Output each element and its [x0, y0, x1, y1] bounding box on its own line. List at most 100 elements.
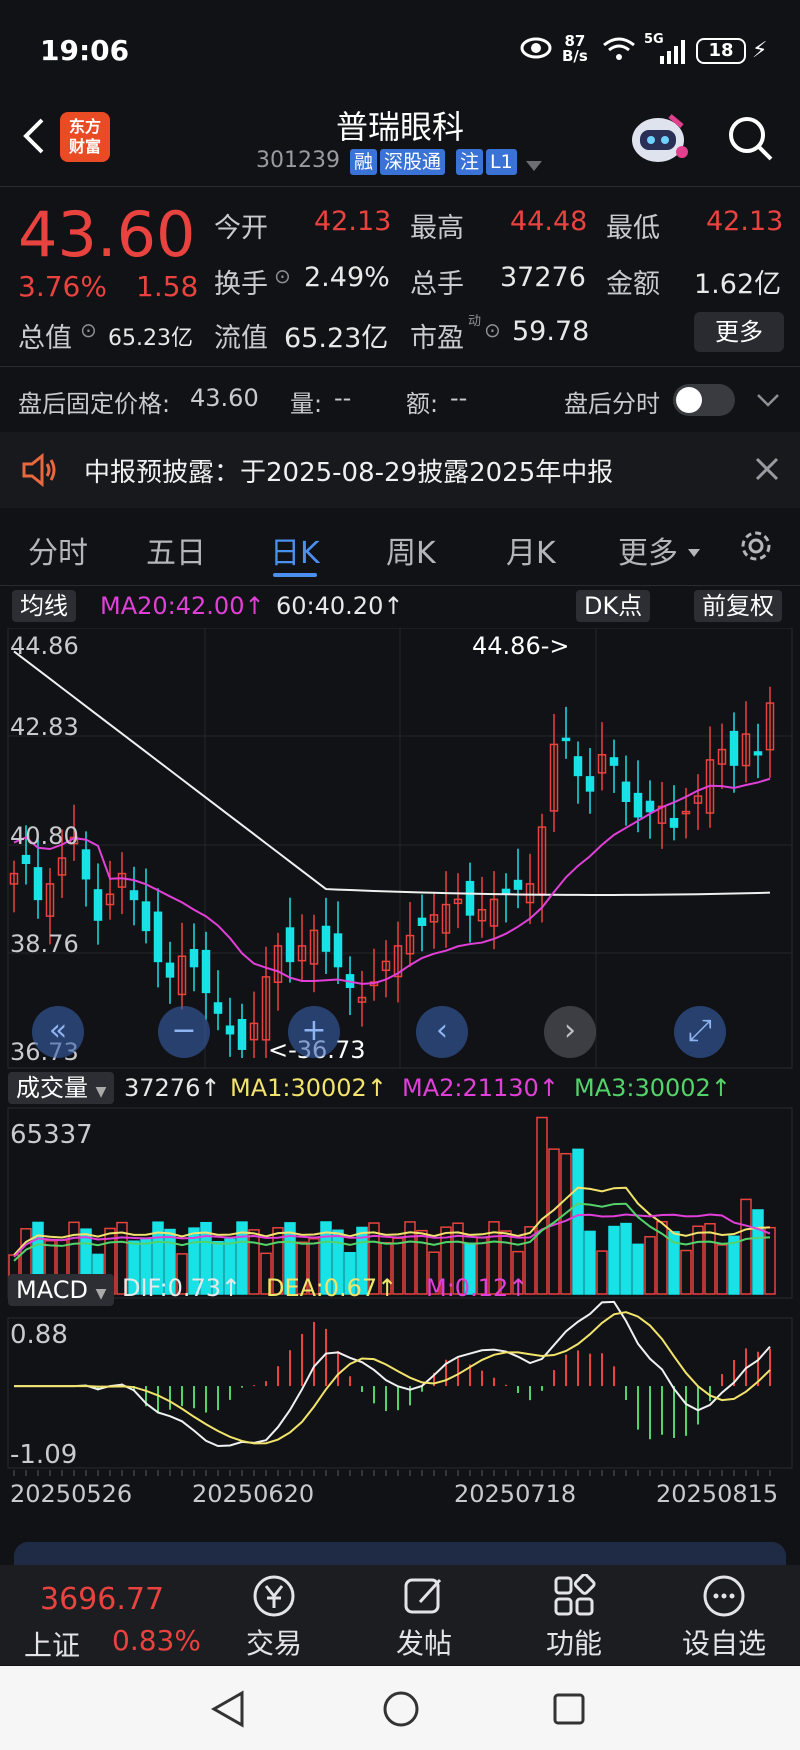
candle-body: [141, 901, 151, 932]
functions-button[interactable]: 功能: [524, 1573, 624, 1662]
status-time: 19:06: [40, 34, 130, 67]
after-hours-price: 43.60: [190, 384, 259, 412]
index-value[interactable]: 3696.77: [40, 1582, 164, 1617]
nav-home-icon[interactable]: [382, 1690, 420, 1732]
macd-selector[interactable]: MACD ▼: [8, 1274, 115, 1306]
mktcap-value: 65.23亿: [108, 326, 193, 351]
macd-dif-line: [14, 1300, 771, 1448]
notice-banner[interactable]: 中报预披露：于2025-08-29披露2025年中报: [0, 432, 800, 508]
tab-intraday[interactable]: 分时: [28, 528, 88, 572]
post-button[interactable]: 发帖: [374, 1574, 474, 1662]
ma-selector[interactable]: 均线: [12, 590, 76, 622]
last-price: 43.60: [18, 198, 196, 271]
fullscreen-icon[interactable]: ⤢: [674, 1006, 726, 1058]
low-label: 最低: [606, 213, 660, 244]
nav-recents-icon[interactable]: [552, 1692, 586, 1730]
zoom-in-button[interactable]: +: [288, 1006, 340, 1058]
close-icon[interactable]: [754, 456, 780, 486]
volume-value: 37276: [500, 262, 586, 293]
after-hours-toggle[interactable]: [673, 384, 735, 416]
system-nav-bar: [0, 1666, 800, 1750]
price-axis-label: 40.80: [10, 822, 79, 850]
tab-daily-k[interactable]: 日K: [270, 528, 320, 572]
volume-bar: [536, 1116, 548, 1295]
zoom-out-button[interactable]: −: [158, 1006, 210, 1058]
chevron-down-icon[interactable]: [526, 156, 542, 175]
tag-margin: 融: [350, 149, 378, 175]
scroll-left-button[interactable]: ‹: [416, 1006, 468, 1058]
eye-icon: [520, 36, 552, 64]
dk-point-button[interactable]: DK点: [576, 590, 651, 622]
candle-body: [33, 867, 43, 901]
grid-icon: [552, 1573, 596, 1618]
candle-body: [573, 756, 583, 777]
after-hours-label: 盘后固定价格:: [18, 390, 171, 418]
chevron-down-icon[interactable]: [756, 392, 780, 411]
signal-icon: [660, 40, 688, 68]
pe-value: 59.78: [512, 316, 590, 347]
volume-bar: [680, 1249, 692, 1295]
candle-body: [93, 889, 103, 921]
volume-bar: [752, 1209, 764, 1295]
turnover-value: 2.49%: [304, 262, 390, 293]
active-tab-underline: [273, 573, 317, 577]
tag-sz-connect: 深股通: [380, 149, 446, 175]
volume-bar: [740, 1198, 752, 1295]
volume-bar: [596, 1250, 608, 1295]
after-hours-vol: --: [334, 384, 352, 412]
tab-more[interactable]: 更多: [618, 528, 678, 572]
volume-bar: [704, 1223, 716, 1295]
wifi-icon: [602, 36, 636, 66]
volume-bar: [644, 1236, 656, 1295]
tab-weekly-k[interactable]: 周K: [386, 528, 436, 572]
volume-bar: [620, 1222, 632, 1295]
trade-icon: [252, 1574, 296, 1618]
candle-body: [237, 1018, 247, 1050]
adjust-button[interactable]: 前复权: [694, 590, 782, 622]
index-name[interactable]: 上证: [24, 1624, 80, 1664]
scroll-right-button[interactable]: ›: [544, 1006, 596, 1058]
volume-ma1: MA1:30002↑: [230, 1074, 387, 1102]
info-icon[interactable]: ⊙: [274, 264, 291, 288]
candle-body: [129, 890, 139, 901]
candle-body: [609, 757, 619, 766]
volume-bar: [728, 1235, 740, 1295]
more-button[interactable]: 更多: [694, 312, 784, 352]
macd-dif: DIF:0.73↑: [122, 1274, 242, 1302]
candle-body: [321, 925, 331, 952]
open-value: 42.13: [314, 206, 392, 237]
nav-back-icon[interactable]: [210, 1690, 246, 1732]
info-icon[interactable]: ⊙: [484, 318, 501, 342]
candle-body: [213, 1002, 223, 1014]
scroll-left-fast-button[interactable]: «: [32, 1006, 84, 1058]
volume-bar: [632, 1243, 644, 1295]
info-icon[interactable]: ⊙: [80, 318, 97, 342]
volume-selector[interactable]: 成交量 ▼: [8, 1072, 115, 1104]
float-value: 65.23亿: [284, 323, 389, 354]
index-change[interactable]: 0.83%: [112, 1624, 201, 1657]
tab-five-day[interactable]: 五日: [146, 528, 206, 572]
robot-assistant-icon[interactable]: [626, 106, 690, 174]
volume-bar: [584, 1230, 596, 1295]
volume-bar: [248, 1229, 260, 1295]
tag-note: 注: [456, 149, 484, 175]
date-label: 20250526: [10, 1480, 133, 1508]
pe-label: 市盈: [410, 323, 464, 354]
volume-bars: [8, 1116, 776, 1295]
tab-monthly-k[interactable]: 月K: [506, 528, 556, 572]
macd-dea: DEA:0.67↑: [266, 1274, 398, 1302]
turnover-label: 换手: [214, 269, 268, 300]
ma60-label: 60:40.20↑: [276, 592, 404, 620]
high-label: 最高: [410, 213, 464, 244]
trade-button[interactable]: 交易: [224, 1574, 324, 1662]
high-marker: 44.86->: [472, 632, 570, 660]
macd-histogram: [85, 1321, 771, 1440]
add-watchlist-button[interactable]: 设自选: [674, 1574, 774, 1662]
candle-body: [417, 917, 427, 926]
search-icon[interactable]: [726, 114, 774, 166]
speaker-icon: [20, 452, 58, 492]
price-axis-label: 42.83: [10, 713, 79, 741]
date-label: 20250620: [192, 1480, 315, 1508]
gear-icon[interactable]: [736, 526, 776, 570]
volume-label: 总手: [410, 269, 464, 300]
